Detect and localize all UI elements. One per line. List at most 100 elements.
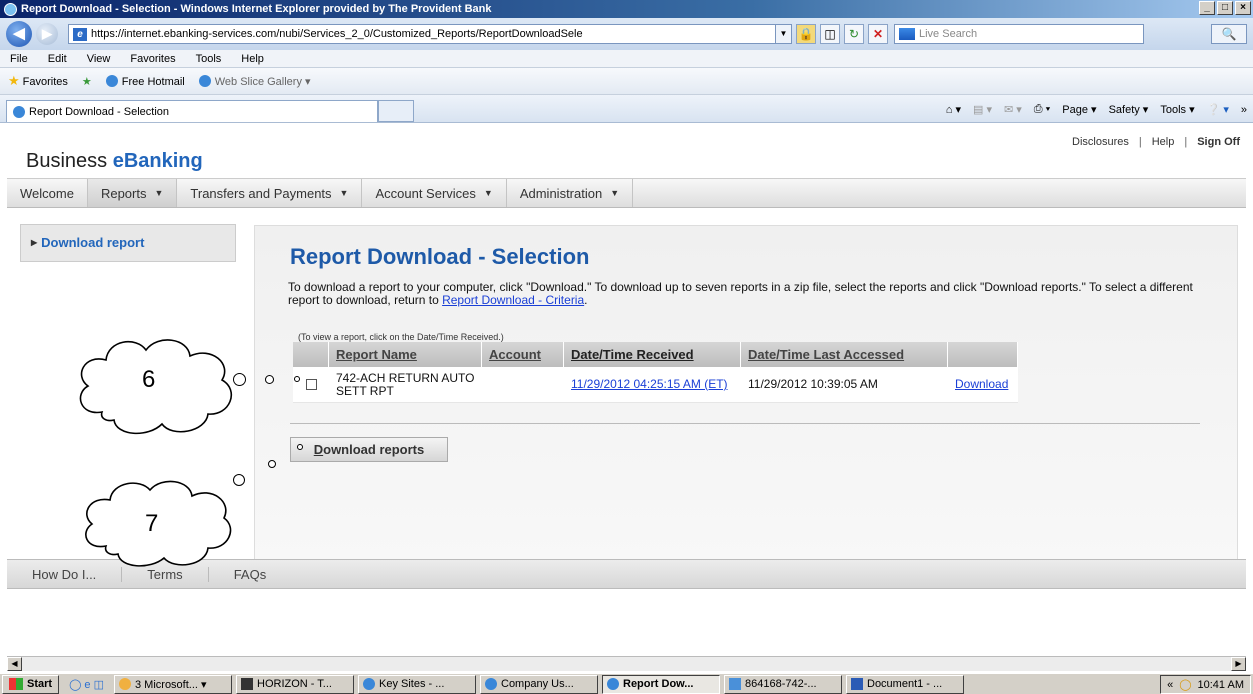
favorites-link-hotmail[interactable]: Free Hotmail [105,74,185,88]
header-date-last-accessed[interactable]: Date/Time Last Accessed [741,342,948,367]
browser-tab-active[interactable]: Report Download - Selection [6,100,378,122]
quick-launch-icons[interactable]: ◯ e ◫ [63,678,110,691]
callout-bubble [233,373,246,386]
chevron-down-icon: ▼ [154,188,164,198]
download-link[interactable]: Download [955,378,1008,391]
lock-icon[interactable]: 🔒 [796,24,816,44]
tools-menu[interactable]: Tools ▾ [1160,103,1194,116]
action-cell: Download [948,367,1018,402]
stop-icon[interactable]: ✕ [868,24,888,44]
browser-tab-label: Report Download - Selection [29,105,170,118]
nav-transfers-payments[interactable]: Transfers and Payments ▼ [177,179,363,207]
divider: | [1184,136,1188,148]
minimize-button[interactable]: _ [1199,1,1215,15]
favorites-link-web-slice[interactable]: Web Slice Gallery ▾ [198,74,311,88]
scroll-left-icon[interactable]: ◀ [7,657,22,671]
nav-account-services[interactable]: Account Services ▼ [362,179,507,207]
add-to-favorites-icon[interactable]: ★ [82,75,92,88]
feeds-icon[interactable]: ▤ ▾ [973,103,992,116]
home-icon[interactable]: ⌂ ▾ [946,103,961,116]
account-cell [482,367,564,402]
horizontal-scrollbar[interactable]: ◀ ▶ [7,656,1246,671]
header-report-name[interactable]: Report Name [329,342,482,367]
menu-help[interactable]: Help [241,53,264,65]
main-panel: Report Download - Selection To download … [254,225,1238,573]
mail-icon[interactable]: ✉ ▾ [1004,103,1022,116]
command-bar: ⌂ ▾ ▤ ▾ ✉ ▾ ⎙ ▾ Page ▾ Safety ▾ Tools ▾ … [946,103,1247,116]
top-links: Disclosures | Help | Sign Off [1072,136,1240,148]
nav-administration[interactable]: Administration ▼ [507,179,634,207]
table-header: Report Name Account Date/Time Received D… [293,342,1018,367]
help-link[interactable]: Help [1152,136,1175,148]
scroll-right-icon[interactable]: ▶ [1231,657,1246,671]
close-button[interactable]: × [1235,1,1251,15]
address-field[interactable]: e https://internet.ebanking-services.com… [68,24,792,44]
main-nav: Welcome Reports ▼ Transfers and Payments ▼… [7,178,1246,208]
taskbar-item[interactable]: Document1 - ... [846,674,964,694]
header-account[interactable]: Account [482,342,564,367]
callout-cloud-7-label: 7 [145,510,159,537]
clock: 10:41 AM [1197,678,1244,691]
taskbar-item[interactable]: Company Us... [480,674,598,694]
menu-favorites[interactable]: Favorites [130,53,175,65]
menu-view[interactable]: View [87,53,111,65]
triangle-right-icon: ▶ [31,238,38,247]
chevron-more-icon[interactable]: » [1241,104,1247,116]
callout-bubble [265,375,274,384]
disclosures-link[interactable]: Disclosures [1072,136,1129,148]
nav-welcome[interactable]: Welcome [7,179,88,207]
taskbar-item[interactable]: HORIZON - T... [236,674,354,694]
live-search-icon [899,28,915,40]
report-name-cell: 742-ACH RETURN AUTO SETT RPT [336,370,475,398]
callout-bubble [268,460,276,468]
back-button[interactable]: ◀ [6,21,32,47]
nav-reports[interactable]: Reports ▼ [87,179,178,207]
menu-tools[interactable]: Tools [196,53,222,65]
intro-text: To download a report to your computer, c… [288,280,1193,307]
report-criteria-link[interactable]: Report Download - Criteria [442,293,584,307]
favorites-button[interactable]: ★ Favorites [8,73,68,89]
download-reports-button[interactable]: Download reports [290,437,448,462]
search-placeholder: Live Search [919,28,978,40]
tray-expand-icon[interactable]: « [1167,679,1173,691]
ie-page-icon [105,74,118,87]
sidebar-item-label: Download report [41,235,145,250]
reports-table: Report Name Account Date/Time Received D… [293,342,1018,403]
menu-edit[interactable]: Edit [48,53,67,65]
row-checkbox[interactable] [306,379,317,390]
compatibility-view-icon[interactable]: ◫ [820,24,840,44]
page-menu[interactable]: Page ▾ [1062,103,1096,116]
address-toolbar: ◀ ▶ e https://internet.ebanking-services… [0,18,1253,50]
system-tray: « ◯ 10:41 AM [1160,675,1251,694]
taskbar-item[interactable]: 3 Microsoft... ▾ [114,674,232,694]
taskbar-item[interactable]: 864168-742-... [724,674,842,694]
safety-menu[interactable]: Safety ▾ [1109,103,1149,116]
page-title: Report Download - Selection [290,244,590,269]
divider [290,423,1200,424]
tray-app-icon[interactable]: ◯ [1179,678,1191,691]
maximize-button[interactable]: □ [1217,1,1233,15]
address-dropdown-icon[interactable]: ▼ [775,25,791,43]
sign-off-link[interactable]: Sign Off [1197,136,1240,148]
new-tab-button[interactable] [378,100,414,122]
start-button[interactable]: Start [2,674,60,694]
print-icon[interactable]: ⎙ ▾ [1034,103,1050,116]
help-icon[interactable]: ❔ ▾ [1207,103,1229,116]
date-received-link[interactable]: 11/29/2012 04:25:15 AM (ET) [571,378,728,391]
refresh-icon[interactable]: ↻ [844,24,864,44]
search-input[interactable]: Live Search [894,24,1144,44]
ie-logo-icon [4,2,17,16]
page-favicon-icon: e [73,28,87,41]
header-select [293,342,329,367]
date-last-accessed-cell: 11/29/2012 10:39:05 AM [748,377,878,391]
sidebar-download-report[interactable]: ▶ Download report [20,224,236,262]
callout-bubble [294,376,300,382]
window-titlebar: Report Download - Selection - Windows In… [0,0,1253,18]
forward-button[interactable]: ▶ [36,23,58,45]
taskbar-item-active[interactable]: Report Dow... [602,674,720,694]
taskbar-item[interactable]: Key Sites - ... [358,674,476,694]
menu-file[interactable]: File [10,53,28,65]
address-url: https://internet.ebanking-services.com/n… [91,28,583,40]
header-date-received[interactable]: Date/Time Received [564,342,741,367]
search-button[interactable]: 🔍 [1211,24,1247,44]
